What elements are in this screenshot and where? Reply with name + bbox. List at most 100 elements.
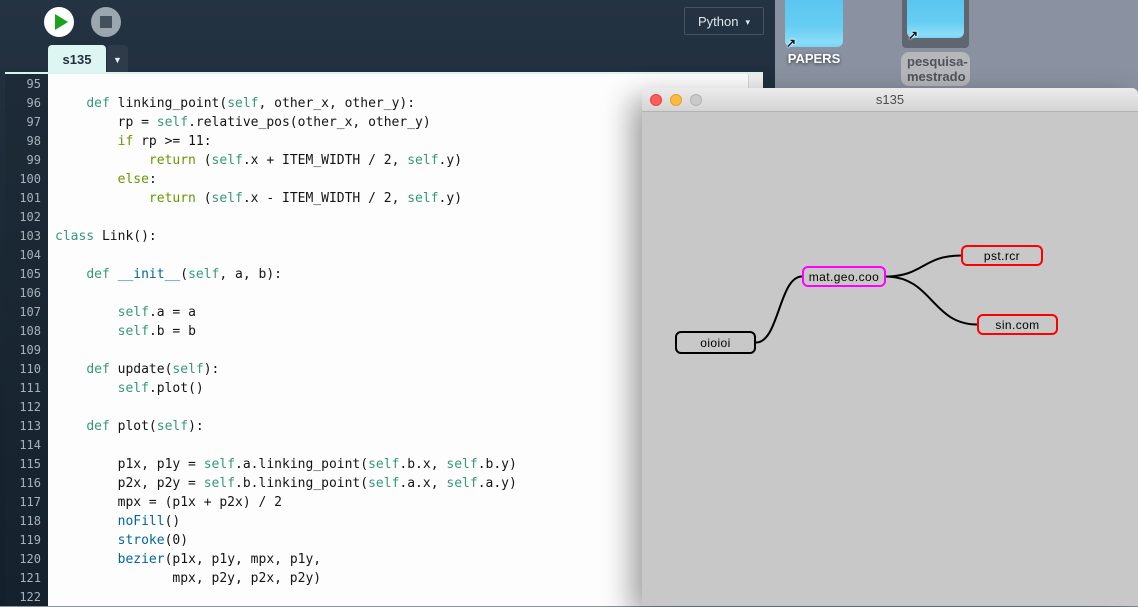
sketch-canvas[interactable]: oioioi mat.geo.coo pst.rcr sin.com (642, 112, 1138, 606)
code-line: 105 def __init__(self, a, b): (5, 265, 748, 284)
code-line: 103class Link(): (5, 227, 748, 246)
link-curve (756, 277, 802, 343)
code-line: 100 else: (5, 170, 748, 189)
tab-s135[interactable]: s135 (48, 45, 106, 74)
line-number: 101 (5, 189, 48, 208)
line-number: 111 (5, 379, 48, 398)
line-number: 114 (5, 436, 48, 455)
graph-node-sin-com[interactable]: sin.com (977, 314, 1058, 335)
code-text: return (self.x + ITEM_WIDTH / 2, self.y) (48, 151, 462, 170)
line-number: 110 (5, 360, 48, 379)
play-icon (55, 14, 68, 30)
code-line: 101 return (self.x - ITEM_WIDTH / 2, sel… (5, 189, 748, 208)
code-text: def linking_point(self, other_x, other_y… (48, 94, 415, 113)
close-button[interactable] (650, 94, 662, 106)
code-line: 117 mpx = (p1x + p2x) / 2 (5, 493, 748, 512)
desktop: ↗ PAPERS ↗ pesquisa- mestrado Python ▾ s… (0, 0, 1138, 606)
line-number: 119 (5, 531, 48, 550)
code-text: mpx = (p1x + p2x) / 2 (48, 493, 282, 512)
sketch-window: s135 oioioi mat.geo.coo pst.rcr sin.com (642, 88, 1138, 606)
line-number: 118 (5, 512, 48, 531)
code-line: 116 p2x, p2y = self.b.linking_point(self… (5, 474, 748, 493)
sketch-titlebar[interactable]: s135 (642, 88, 1138, 112)
chevron-down-icon: ▼ (113, 55, 122, 65)
code-line: 120 bezier(p1x, p1y, mpx, p1y, (5, 550, 748, 569)
stop-button[interactable] (91, 7, 121, 37)
code-text: if rp >= 11: (48, 132, 212, 151)
minimize-button[interactable] (670, 94, 682, 106)
line-number: 117 (5, 493, 48, 512)
line-number: 115 (5, 455, 48, 474)
code-text: def plot(self): (48, 417, 204, 436)
code-line: 102 (5, 208, 748, 227)
mode-label: Python (698, 14, 738, 29)
line-number: 98 (5, 132, 48, 151)
link-curve (886, 256, 961, 277)
sketch-window-title: s135 (876, 92, 904, 107)
code-line: 104 (5, 246, 748, 265)
code-text: self.b = b (48, 322, 196, 341)
line-number: 107 (5, 303, 48, 322)
code-line: 114 (5, 436, 748, 455)
line-number: 99 (5, 151, 48, 170)
tab-bar: s135 ▼ (0, 45, 775, 74)
stop-icon (100, 16, 112, 28)
code-line: 109 (5, 341, 748, 360)
code-text: self.a = a (48, 303, 196, 322)
code-text: def update(self): (48, 360, 219, 379)
graph-node-mat-geo-coo[interactable]: mat.geo.coo (802, 266, 886, 287)
bezier-links (642, 112, 1138, 606)
graph-node-pst-rcr[interactable]: pst.rcr (961, 245, 1043, 266)
code-text (48, 341, 55, 360)
code-line: 121 mpx, p2y, p2x, p2y) (5, 569, 748, 588)
line-number: 109 (5, 341, 48, 360)
line-number: 106 (5, 284, 48, 303)
code-text: mpx, p2y, p2x, p2y) (48, 569, 321, 588)
run-button[interactable] (44, 7, 74, 37)
code-line: 112 (5, 398, 748, 417)
code-line: 99 return (self.x + ITEM_WIDTH / 2, self… (5, 151, 748, 170)
zoom-button-disabled (690, 94, 702, 106)
line-number: 122 (5, 588, 48, 607)
code-text: rp = self.relative_pos(other_x, other_y) (48, 113, 431, 132)
line-number: 112 (5, 398, 48, 417)
code-text (48, 398, 55, 417)
line-number: 96 (5, 94, 48, 113)
code-line: 97 rp = self.relative_pos(other_x, other… (5, 113, 748, 132)
code-text: return (self.x - ITEM_WIDTH / 2, self.y) (48, 189, 462, 208)
code-line: 110 def update(self): (5, 360, 748, 379)
graph-node-oioioi[interactable]: oioioi (675, 331, 756, 354)
code-text: class Link(): (48, 227, 157, 246)
code-text (48, 75, 55, 94)
mode-selector-button[interactable]: Python ▾ (684, 7, 764, 35)
code-text: def __init__(self, a, b): (48, 265, 282, 284)
line-number: 95 (5, 75, 48, 94)
line-number: 102 (5, 208, 48, 227)
code-line: 107 self.a = a (5, 303, 748, 322)
line-number: 116 (5, 474, 48, 493)
line-number: 103 (5, 227, 48, 246)
code-text: self.plot() (48, 379, 204, 398)
line-number: 120 (5, 550, 48, 569)
code-text: else: (48, 170, 157, 189)
line-number: 105 (5, 265, 48, 284)
line-number: 113 (5, 417, 48, 436)
code-line: 95 (5, 75, 748, 94)
code-line: 98 if rp >= 11: (5, 132, 748, 151)
icon-label: pesquisa- mestrado (901, 52, 970, 86)
code-line: 108 self.b = b (5, 322, 748, 341)
traffic-lights (650, 88, 702, 112)
code-line: 96 def linking_point(self, other_x, othe… (5, 94, 748, 113)
ide-toolbar: Python ▾ (0, 0, 775, 44)
icon-label-line1: pesquisa- (907, 54, 968, 69)
icon-label: PAPERS (775, 51, 853, 66)
code-line: 111 self.plot() (5, 379, 748, 398)
code-line: 106 (5, 284, 748, 303)
code-text (48, 436, 55, 455)
link-curve (886, 277, 977, 325)
code-text (48, 284, 55, 303)
code-text: stroke(0) (48, 531, 188, 550)
line-number: 104 (5, 246, 48, 265)
icon-label-line2: mestrado (907, 69, 966, 84)
tab-menu-button[interactable]: ▼ (107, 45, 128, 74)
